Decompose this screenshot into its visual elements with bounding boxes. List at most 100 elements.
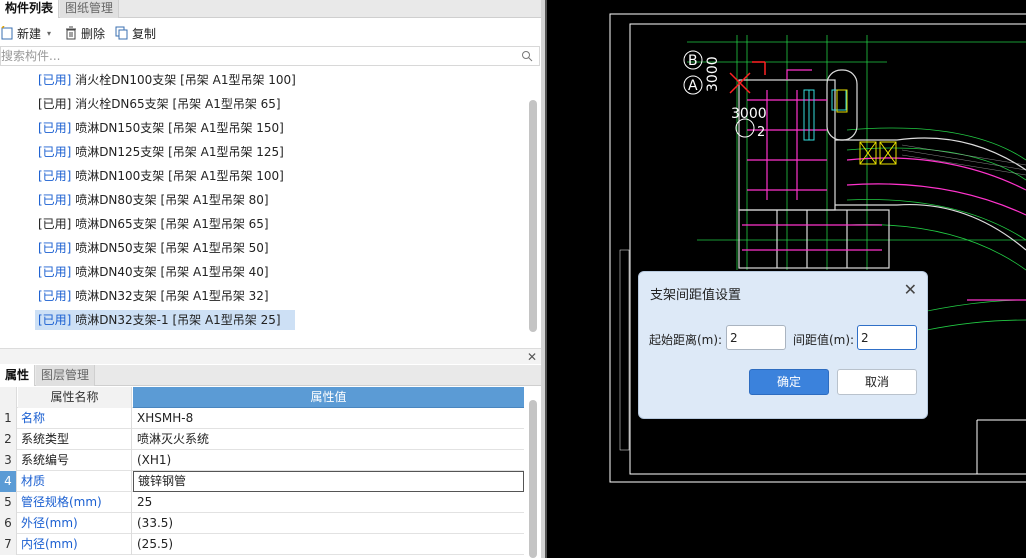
top-tabbar: 构件列表 图纸管理 xyxy=(0,0,541,18)
table-row[interactable]: 7 内径(mm) (25.5) xyxy=(0,534,524,555)
col-header-value: 属性值 xyxy=(133,387,524,408)
table-row[interactable]: 2 系统类型 喷淋灭火系统 xyxy=(0,429,524,450)
ok-button[interactable]: 确定 xyxy=(749,369,829,395)
table-row[interactable]: 6 外径(mm) (33.5) xyxy=(0,513,524,534)
property-name: 外径(mm) xyxy=(18,513,132,534)
component-name: 喷淋DN65支架 [吊架 A1型吊架 65] xyxy=(71,217,269,231)
used-tag: [已用] xyxy=(38,169,72,183)
delete-label: 删除 xyxy=(81,26,106,41)
used-tag: [已用] xyxy=(38,241,72,255)
list-item[interactable]: [已用] 喷淋DN32支架-1 [吊架 A1型吊架 25] xyxy=(35,310,295,330)
list-item[interactable]: [已用] 喷淋DN50支架 [吊架 A1型吊架 50] xyxy=(35,238,272,258)
delete-button[interactable]: 删除 xyxy=(64,24,105,42)
list-item[interactable]: [已用] 喷淋DN80支架 [吊架 A1型吊架 80] xyxy=(35,190,272,210)
tab-component-list[interactable]: 构件列表 xyxy=(0,0,60,18)
property-value[interactable]: (25.5) xyxy=(133,534,524,555)
component-name: 消火栓DN65支架 [吊架 A1型吊架 65] xyxy=(71,97,281,111)
component-name: 喷淋DN125支架 [吊架 A1型吊架 125] xyxy=(71,145,284,159)
axis-label-a: A xyxy=(688,78,698,94)
dim-text-vertical: 3000 xyxy=(705,56,721,92)
red-cross-marker xyxy=(729,61,766,94)
property-name: 系统编号 xyxy=(18,450,132,471)
list-scrollbar[interactable] xyxy=(529,100,537,332)
property-name: 名称 xyxy=(18,408,132,429)
table-row[interactable]: 3 系统编号 (XH1) xyxy=(0,450,524,471)
grid-corner xyxy=(0,387,17,408)
col-header-name: 属性名称 xyxy=(18,387,132,408)
property-value[interactable]: (XH1) xyxy=(133,450,524,471)
panel-splitter[interactable]: ✕ xyxy=(0,348,541,364)
start-distance-input[interactable] xyxy=(726,325,786,350)
property-value[interactable]: (33.5) xyxy=(133,513,524,534)
spacing-label: 间距值(m): xyxy=(793,333,855,347)
property-name: 系统类型 xyxy=(18,429,132,450)
row-number: 3 xyxy=(0,450,17,471)
tab-drawing-manage[interactable]: 图纸管理 xyxy=(60,0,120,18)
chevron-down-icon[interactable]: ▾ xyxy=(47,29,51,38)
tab-properties[interactable]: 属性 xyxy=(0,365,36,386)
component-name: 喷淋DN50支架 [吊架 A1型吊架 50] xyxy=(71,241,269,255)
used-tag: [已用] xyxy=(38,97,72,111)
search-box xyxy=(0,46,540,66)
table-row[interactable]: 5 管径规格(mm) 25 xyxy=(0,492,524,513)
dim-text-horizontal: 3000 xyxy=(731,106,767,122)
component-name: 喷淋DN100支架 [吊架 A1型吊架 100] xyxy=(71,169,284,183)
trash-icon xyxy=(66,26,76,40)
property-name: 材质 xyxy=(18,471,132,492)
spacing-input[interactable] xyxy=(857,325,917,350)
row-number: 2 xyxy=(0,429,17,450)
used-tag: [已用] xyxy=(38,193,72,207)
used-tag: [已用] xyxy=(38,313,72,327)
used-tag: [已用] xyxy=(38,217,72,231)
property-value[interactable]: 喷淋灭火系统 xyxy=(133,429,524,450)
property-name: 管径规格(mm) xyxy=(18,492,132,513)
grid-scrollbar[interactable] xyxy=(529,400,537,558)
used-tag: [已用] xyxy=(38,145,72,159)
new-label: 新建 xyxy=(17,26,42,41)
component-name: 喷淋DN40支架 [吊架 A1型吊架 40] xyxy=(71,265,269,279)
dialog-title: 支架间距值设置 xyxy=(650,288,742,303)
list-item[interactable]: [已用] 喷淋DN32支架 [吊架 A1型吊架 32] xyxy=(35,286,272,306)
row-number: 4 xyxy=(0,471,17,492)
copy-icon xyxy=(115,26,128,40)
row-number: 7 xyxy=(0,534,17,555)
dialog-close-icon[interactable]: ✕ xyxy=(904,280,917,299)
component-list: [已用] 消火栓DN100支架 [吊架 A1型吊架 100] [已用] 消火栓DN… xyxy=(0,68,528,348)
property-value[interactable]: 镀锌钢管 xyxy=(133,471,524,492)
search-icon[interactable] xyxy=(521,50,533,62)
property-value[interactable]: XHSMH-8 xyxy=(133,408,524,429)
fixtures xyxy=(803,89,847,141)
list-item[interactable]: [已用] 喷淋DN40支架 [吊架 A1型吊架 40] xyxy=(35,262,272,282)
tab-layer-manage[interactable]: 图层管理 xyxy=(36,365,96,386)
close-icon[interactable]: ✕ xyxy=(527,350,537,364)
list-item[interactable]: [已用] 喷淋DN125支架 [吊架 A1型吊架 125] xyxy=(35,142,287,162)
table-row[interactable]: 4 材质 镀锌钢管 xyxy=(0,471,524,492)
property-name: 内径(mm) xyxy=(18,534,132,555)
used-tag: [已用] xyxy=(38,289,72,303)
axis-label-b: B xyxy=(688,53,698,69)
start-distance-label: 起始距离(m): xyxy=(649,333,723,347)
list-item[interactable]: [已用] 喷淋DN150支架 [吊架 A1型吊架 150] xyxy=(35,118,287,138)
component-panel: 构件列表 图纸管理 新建 ▾ 删除 复制 [已用] 消火栓DN100支架 [吊架… xyxy=(0,0,541,558)
grid-header: 属性名称 属性值 xyxy=(0,387,524,408)
axis-label-2: 2 xyxy=(757,125,765,140)
bracket-spacing-dialog: 支架间距值设置 ✕ 起始距离(m): 间距值(m): 确定 取消 xyxy=(638,271,928,419)
list-item[interactable]: [已用] 消火栓DN65支架 [吊架 A1型吊架 65] xyxy=(35,94,284,114)
row-number: 5 xyxy=(0,492,17,513)
property-value[interactable]: 25 xyxy=(133,492,524,513)
cancel-button[interactable]: 取消 xyxy=(837,369,917,395)
search-input[interactable] xyxy=(1,47,501,65)
copy-label: 复制 xyxy=(132,26,157,41)
list-item[interactable]: [已用] 喷淋DN65支架 [吊架 A1型吊架 65] xyxy=(35,214,272,234)
list-item[interactable]: [已用] 喷淋DN100支架 [吊架 A1型吊架 100] xyxy=(35,166,287,186)
new-icon xyxy=(1,26,13,40)
used-tag: [已用] xyxy=(38,121,72,135)
component-name: 喷淋DN150支架 [吊架 A1型吊架 150] xyxy=(71,121,284,135)
new-button[interactable]: 新建 ▾ xyxy=(0,24,51,42)
table-row[interactable]: 1 名称 XHSMH-8 xyxy=(0,408,524,429)
component-name: 消火栓DN100支架 [吊架 A1型吊架 100] xyxy=(71,73,296,87)
list-item[interactable]: [已用] 消火栓DN100支架 [吊架 A1型吊架 100] xyxy=(35,70,299,90)
copy-button[interactable]: 复制 xyxy=(115,24,156,42)
used-tag: [已用] xyxy=(38,265,72,279)
pipe-network xyxy=(742,69,1026,301)
